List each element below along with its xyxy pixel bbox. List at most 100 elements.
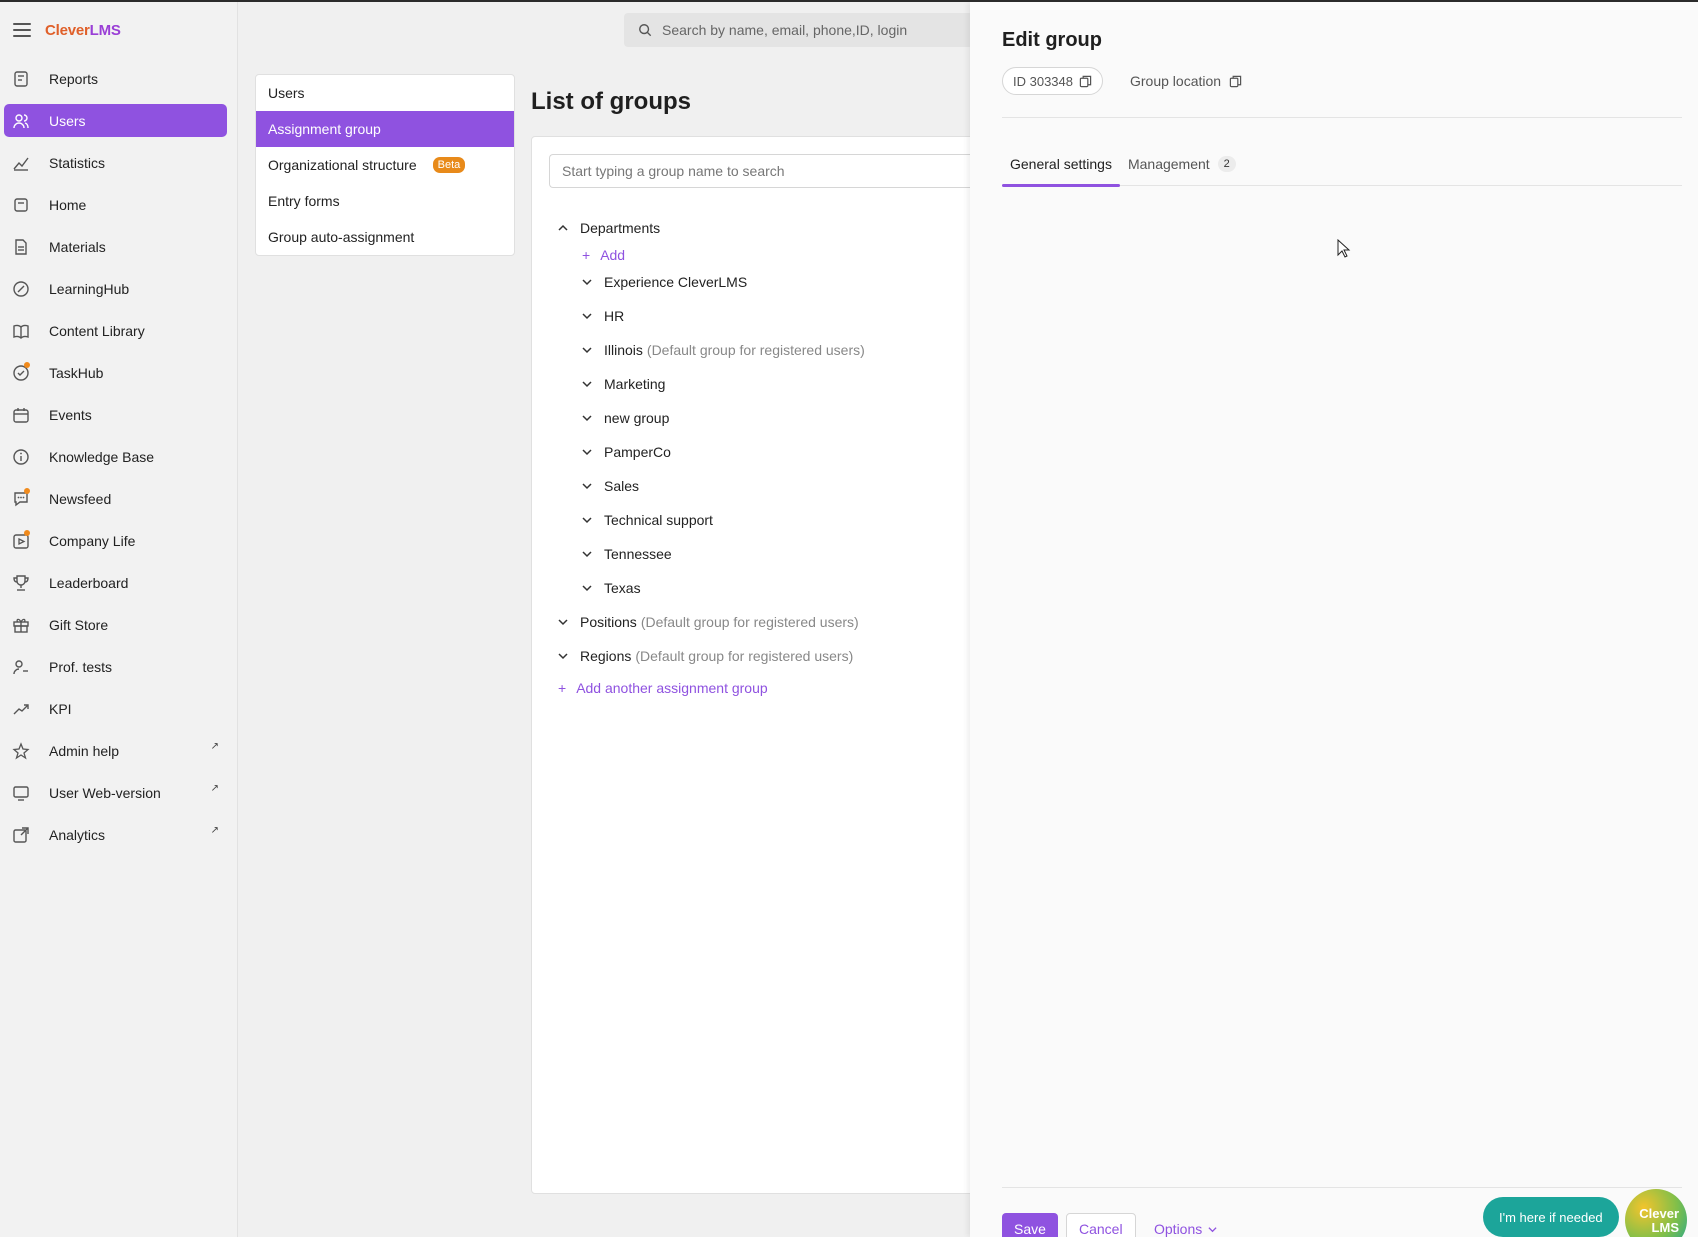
subnav-item-organizational-structure[interactable]: Organizational structure Beta [256, 147, 514, 183]
group-name: HR [604, 308, 625, 324]
sidebar-item-gift-store[interactable]: Gift Store [0, 604, 237, 646]
subnav-item-assignment-group[interactable]: Assignment group [256, 111, 514, 147]
chevron-down-icon[interactable] [582, 549, 592, 559]
sidebar-item-label: LearningHub [49, 281, 130, 297]
sidebar-item-statistics[interactable]: Statistics [0, 142, 237, 184]
group-name: Sales [604, 478, 640, 494]
tree-row-group[interactable]: HR [558, 299, 1010, 333]
sidebar-item-label: Company Life [49, 533, 136, 549]
chevron-down-icon[interactable] [582, 345, 592, 355]
chevron-up-icon[interactable] [558, 223, 568, 233]
group-name: Technical support [604, 512, 713, 528]
help-chat-button[interactable]: I'm here if needed [1483, 1197, 1619, 1237]
tree-row-group[interactable]: PamperCo [558, 435, 1010, 469]
clever-lms-chat-avatar[interactable]: Clever LMS [1625, 1189, 1687, 1237]
tab-general-settings[interactable]: General settings [1002, 142, 1120, 187]
copy-icon[interactable] [1079, 75, 1092, 88]
tree-row-group[interactable]: Sales [558, 469, 1010, 503]
subnav-item-users[interactable]: Users [256, 75, 514, 111]
chevron-down-icon[interactable] [582, 311, 592, 321]
star-icon [12, 742, 30, 760]
tree-row-group[interactable]: Regions (Default group for registered use… [558, 639, 1010, 673]
tree-row-group[interactable]: new group [558, 401, 1010, 435]
sidebar-item-user-web-version[interactable]: User Web-version ↗ [0, 772, 237, 814]
tree-row-group[interactable]: Positions (Default group for registered u… [558, 605, 1010, 639]
add-department-link[interactable]: + Add [582, 247, 625, 263]
sidebar-item-analytics[interactable]: Analytics ↗ [0, 814, 237, 856]
sidebar-item-leaderboard[interactable]: Leaderboard [0, 562, 237, 604]
add-another-group-row[interactable]: + Add another assignment group [558, 673, 1010, 703]
chevron-down-icon[interactable] [582, 515, 592, 525]
reports-icon [14, 71, 28, 87]
sidebar-item-label: Prof. tests [49, 659, 113, 675]
cancel-button[interactable]: Cancel [1066, 1213, 1136, 1237]
sidebar-item-kpi[interactable]: KPI [0, 688, 237, 730]
group-location[interactable]: Group location [1130, 67, 1242, 95]
tree-row-group[interactable]: Illinois (Default group for registered us… [558, 333, 1010, 367]
learninghub-icon [13, 281, 29, 297]
drawer-tabs: General settings Management 2 [1002, 142, 1682, 187]
external-link-icon: ↗ [210, 825, 219, 836]
sidebar-item-content-library[interactable]: Content Library [0, 310, 237, 352]
sidebar-item-newsfeed[interactable]: Newsfeed [0, 478, 237, 520]
calendar-icon [13, 408, 29, 423]
sidebar-item-learninghub[interactable]: LearningHub [0, 268, 237, 310]
prof-tests-icon [13, 660, 28, 675]
users-icon [13, 113, 29, 128]
tree-row-group[interactable]: Texas [558, 571, 1010, 605]
users-subnav: Users Assignment group Organizational stru… [255, 74, 515, 256]
subnav-item-label: Assignment group [268, 121, 381, 137]
sidebar-item-taskhub[interactable]: TaskHub [0, 352, 237, 394]
departments-label: Departments [580, 220, 661, 236]
tree-row-group[interactable]: Tennessee [558, 537, 1010, 571]
sidebar-item-events[interactable]: Events [0, 394, 237, 436]
sidebar-item-reports[interactable]: Reports [0, 58, 237, 100]
tree-row-group[interactable]: Experience CleverLMS [558, 265, 1010, 299]
chevron-down-icon[interactable] [582, 413, 592, 423]
chevron-down-icon [1208, 1226, 1217, 1232]
sidebar-item-knowledge-base[interactable]: Knowledge Base [0, 436, 237, 478]
chevron-down-icon[interactable] [582, 481, 592, 491]
tree-row-departments[interactable]: Departments [558, 211, 1010, 245]
tab-management[interactable]: Management 2 [1120, 142, 1244, 186]
chevron-down-icon[interactable] [582, 447, 592, 457]
chevron-down-icon[interactable] [582, 277, 592, 287]
tree-row-group[interactable]: Technical support [558, 503, 1010, 537]
chevron-down-icon[interactable] [558, 651, 568, 661]
tree-row-group[interactable]: Marketing [558, 367, 1010, 401]
subnav-item-group-auto-assignment[interactable]: Group auto-assignment [256, 219, 514, 255]
add-another-group-link[interactable]: + Add another assignment group [558, 680, 768, 696]
sidebar-item-home[interactable]: Home [0, 184, 237, 226]
subnav-item-entry-forms[interactable]: Entry forms [256, 183, 514, 219]
group-name: Texas [604, 580, 641, 596]
group-search-input[interactable]: Start typing a group name to search [549, 154, 1012, 188]
add-department-row[interactable]: + Add [558, 245, 1010, 265]
notification-dot [24, 530, 30, 536]
group-location-label: Group location [1130, 73, 1222, 89]
save-button[interactable]: Save [1002, 1213, 1058, 1237]
sidebar-item-label: Users [49, 112, 86, 129]
global-search-input[interactable]: Search by name, email, phone,ID, login [624, 13, 974, 47]
sidebar-nav: Reports Users Statistics Home Materials Learn… [0, 58, 237, 856]
chevron-down-icon[interactable] [582, 583, 592, 593]
sidebar-item-users[interactable]: Users [4, 104, 227, 137]
group-id-chip[interactable]: ID 303348 [1002, 67, 1103, 95]
global-search-placeholder: Search by name, email, phone,ID, login [662, 22, 908, 38]
app-logo[interactable]: CleverLMS [45, 22, 121, 39]
sidebar-item-company-life[interactable]: Company Life [0, 520, 237, 562]
chevron-down-icon[interactable] [558, 617, 568, 627]
sidebar-item-prof-tests[interactable]: Prof. tests [0, 646, 237, 688]
sidebar-item-admin-help[interactable]: Admin help ↗ [0, 730, 237, 772]
options-dropdown[interactable]: Options [1142, 1213, 1229, 1237]
chevron-down-icon[interactable] [582, 379, 592, 389]
header-divider [1002, 117, 1682, 118]
group-name: Experience CleverLMS [604, 274, 748, 290]
copy-icon[interactable] [1229, 75, 1242, 88]
groups-tree: Departments + Add Experience CleverLMS HR I… [558, 211, 1010, 703]
hamburger-menu-icon[interactable] [13, 23, 31, 37]
plus-icon: + [582, 247, 591, 263]
subnav-item-label: Organizational structure [268, 157, 417, 173]
badge-line-1: Clever [1639, 1206, 1679, 1221]
sidebar-item-materials[interactable]: Materials [0, 226, 237, 268]
management-count-badge: 2 [1217, 156, 1236, 172]
